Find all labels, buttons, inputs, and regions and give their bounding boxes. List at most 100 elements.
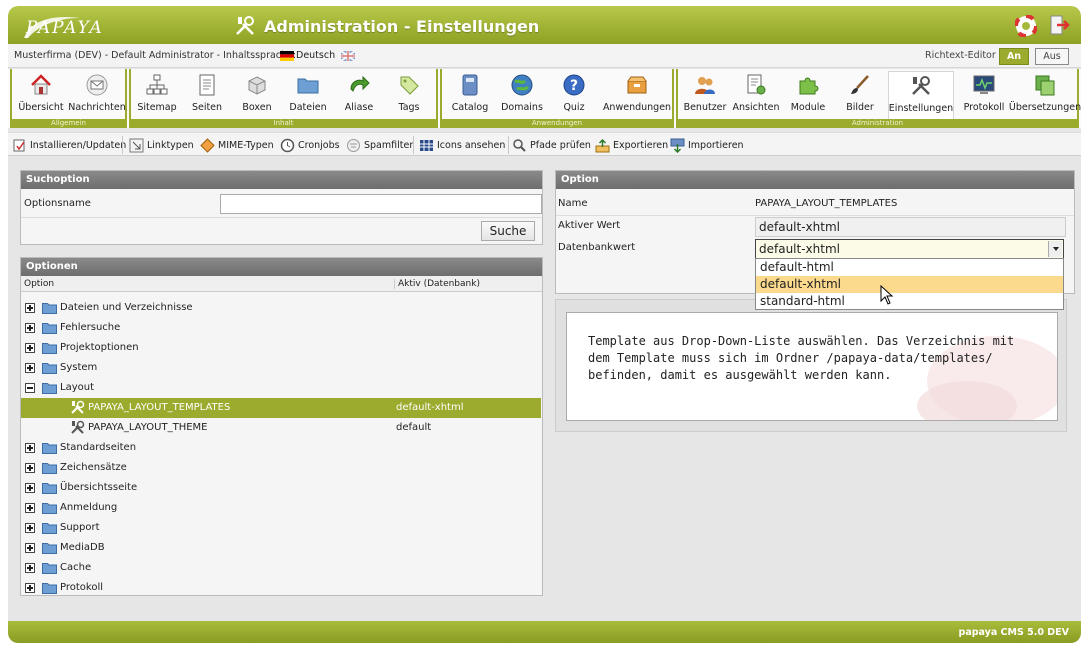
- spamfilter-button[interactable]: Spamfilter: [346, 136, 413, 154]
- tree-label: Projektoptionen: [60, 342, 139, 353]
- rte-off-button[interactable]: Aus: [1035, 48, 1069, 65]
- toolbar-tags-button[interactable]: Tags: [387, 71, 431, 119]
- expand-icon[interactable]: [25, 523, 35, 533]
- db-value-dropdown-list[interactable]: default-html default-xhtml standard-html: [755, 258, 1064, 310]
- users-icon: [695, 77, 715, 94]
- tree-option-row[interactable]: PAPAYA_LAYOUT_THEME default: [21, 418, 541, 438]
- tree-folder-row[interactable]: Layout: [21, 378, 541, 398]
- language-selector[interactable]: Deutsch: [280, 50, 356, 61]
- expand-icon[interactable]: [25, 463, 35, 473]
- search-button[interactable]: Suche: [481, 221, 535, 241]
- help-lifebuoy-icon[interactable]: [1015, 15, 1037, 37]
- uk-flag-icon[interactable]: [341, 50, 356, 61]
- toolbar-nachrichten-button[interactable]: Nachrichten: [68, 71, 126, 119]
- toolbar-einstellungen-button[interactable]: Einstellungen: [888, 71, 954, 119]
- toolbar-quiz-button[interactable]: ? Quiz: [552, 71, 596, 119]
- view-icons-button[interactable]: Icons ansehen: [419, 136, 505, 154]
- separator: [413, 136, 414, 154]
- export-button[interactable]: Exportieren: [595, 136, 668, 154]
- expand-icon[interactable]: [25, 483, 35, 493]
- tree-label: Fehlersuche: [60, 322, 121, 333]
- rte-on-button[interactable]: An: [999, 48, 1029, 65]
- tree-folder-row[interactable]: Standardseiten: [21, 438, 541, 458]
- expand-icon[interactable]: [25, 543, 35, 553]
- collapse-icon[interactable]: [25, 383, 35, 393]
- toolbar-aliase-button[interactable]: Aliase: [337, 71, 381, 119]
- toolbar-bilder-button[interactable]: Bilder: [838, 71, 882, 119]
- expand-icon[interactable]: [25, 563, 35, 573]
- toolbar-boxen-button[interactable]: Boxen: [235, 71, 279, 119]
- separator: [508, 136, 509, 154]
- expand-icon[interactable]: [25, 343, 35, 353]
- panel-title: Suchoption: [21, 171, 542, 189]
- help-panel: Template aus Drop-Down-Liste auswählen. …: [555, 299, 1067, 432]
- install-update-button[interactable]: Installieren/Updaten: [12, 136, 126, 154]
- divider: [556, 215, 1074, 216]
- import-button[interactable]: Importieren: [670, 136, 744, 154]
- check-paths-button[interactable]: Pfade prüfen: [512, 136, 591, 154]
- tree-option-row[interactable]: PAPAYA_LAYOUT_TEMPLATES default-xhtml: [21, 398, 541, 418]
- option-name-input[interactable]: [220, 194, 542, 214]
- log-icon: [973, 75, 995, 94]
- tree-folder-row[interactable]: Fehlersuche: [21, 318, 541, 338]
- header-bar: PAPAYA Administration - Einstellungen: [8, 6, 1081, 44]
- app-window: PAPAYA Administration - Einstellungen Mu…: [8, 6, 1081, 643]
- expand-icon[interactable]: [25, 583, 35, 593]
- mime-icon: [200, 137, 215, 153]
- clock-icon: [280, 138, 295, 152]
- tree-folder-row[interactable]: Anmeldung: [21, 498, 541, 518]
- toolbar-uebersicht-button[interactable]: Übersicht: [16, 71, 66, 119]
- logout-icon[interactable]: [1048, 14, 1070, 36]
- alias-icon: [350, 75, 370, 92]
- toolbar-sitemap-button[interactable]: Sitemap: [135, 71, 179, 119]
- tree-folder-row[interactable]: System: [21, 358, 541, 378]
- mime-types-button[interactable]: MIME-Typen: [200, 136, 274, 154]
- mail-icon: [86, 74, 108, 96]
- column-option[interactable]: Option: [24, 279, 54, 289]
- tree-folder-row[interactable]: Dateien und Verzeichnisse: [21, 298, 541, 318]
- tree-folder-row[interactable]: Cache: [21, 558, 541, 578]
- tree-folder-row[interactable]: Protokoll: [21, 578, 541, 598]
- linktypes-button[interactable]: Linktypen: [129, 136, 194, 154]
- expand-icon[interactable]: [25, 443, 35, 453]
- expand-icon[interactable]: [25, 363, 35, 373]
- toolbar-uebersetzungen-button[interactable]: Übersetzungen: [1009, 71, 1081, 119]
- toolbar-catalog-button[interactable]: Catalog: [448, 71, 492, 119]
- folder-icon: [42, 442, 57, 454]
- tree-folder-row[interactable]: Projektoptionen: [21, 338, 541, 358]
- toolbar-group-administration: Benutzer Ansichten Module Bilder Einstel…: [676, 69, 1081, 128]
- db-value-select[interactable]: default-xhtml: [755, 239, 1064, 259]
- expand-icon[interactable]: [25, 303, 35, 313]
- tree-folder-row[interactable]: Support: [21, 518, 541, 538]
- tree-label: Protokoll: [60, 582, 104, 593]
- user-info: Musterfirma (DEV) - Default Administrato…: [14, 50, 297, 61]
- toolbar-seiten-button[interactable]: Seiten: [185, 71, 229, 119]
- db-value-label: Datenbankwert: [558, 242, 636, 253]
- translations-icon: [1035, 75, 1055, 96]
- toolbar-domains-button[interactable]: Domains: [498, 71, 546, 119]
- tree-folder-row[interactable]: Zeichensätze: [21, 458, 541, 478]
- toolbar-benutzer-button[interactable]: Benutzer: [682, 71, 728, 119]
- toolbar-dateien-button[interactable]: Dateien: [285, 71, 331, 119]
- folder-icon: [42, 562, 57, 574]
- tree-folder-row[interactable]: Übersichtsseite: [21, 478, 541, 498]
- info-bar: Musterfirma (DEV) - Default Administrato…: [8, 44, 1081, 68]
- help-box: Template aus Drop-Down-Liste auswählen. …: [566, 312, 1058, 421]
- cronjobs-button[interactable]: Cronjobs: [280, 136, 340, 154]
- toolbar-protokoll-button[interactable]: Protokoll: [960, 71, 1008, 119]
- expand-icon[interactable]: [25, 323, 35, 333]
- expand-icon[interactable]: [25, 503, 35, 513]
- tree-label: MediaDB: [60, 542, 105, 553]
- dropdown-option[interactable]: default-xhtml: [756, 276, 1063, 293]
- language-label: Deutsch: [296, 50, 336, 61]
- toolbar-anwendungen-button[interactable]: Anwendungen: [603, 71, 671, 119]
- toolbar-ansichten-button[interactable]: Ansichten: [732, 71, 780, 119]
- dropdown-option[interactable]: standard-html: [756, 293, 1063, 310]
- separator: [122, 136, 123, 154]
- chevron-down-icon[interactable]: [1048, 241, 1062, 257]
- column-active[interactable]: Aktiv (Datenbank): [394, 279, 480, 289]
- tree-folder-row[interactable]: MediaDB: [21, 538, 541, 558]
- dropdown-option[interactable]: default-html: [756, 259, 1063, 276]
- toolbar-module-button[interactable]: Module: [786, 71, 830, 119]
- folder-icon: [42, 342, 57, 354]
